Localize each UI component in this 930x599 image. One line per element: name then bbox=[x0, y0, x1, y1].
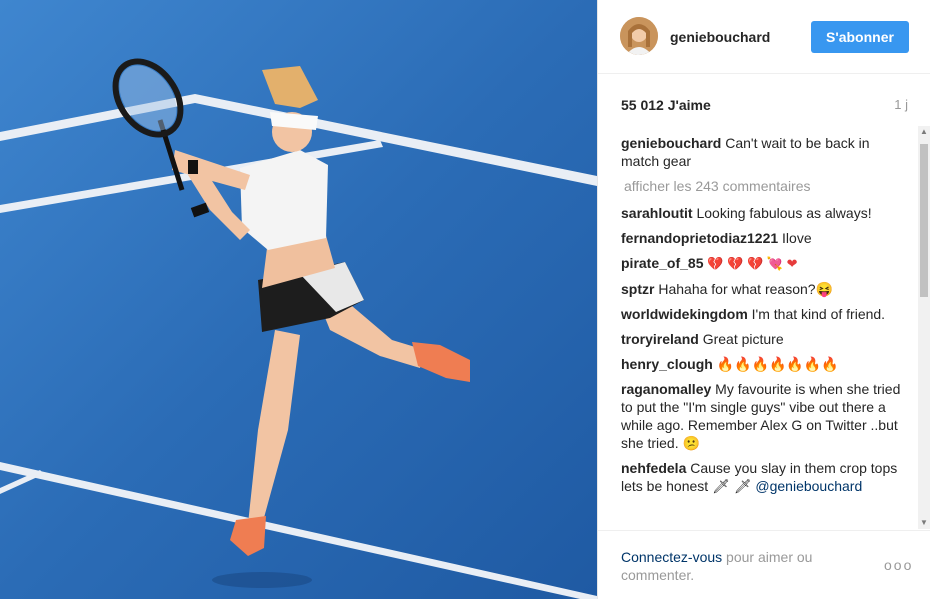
comment-username[interactable]: henry_clough bbox=[621, 356, 713, 372]
post-footer: Connectez-vous pour aimer ou commenter. … bbox=[598, 530, 930, 599]
comment-username[interactable]: pirate_of_85 bbox=[621, 255, 703, 271]
comment-item: fernandoprietodiaz1221 Ilove bbox=[621, 229, 909, 247]
avatar-icon bbox=[620, 17, 658, 55]
view-all-comments-link[interactable]: afficher les 243 commentaires bbox=[624, 177, 909, 195]
post-age[interactable]: 1 j bbox=[894, 97, 908, 112]
comment-username[interactable]: fernandoprietodiaz1221 bbox=[621, 230, 778, 246]
comment-username[interactable]: nehfedela bbox=[621, 460, 686, 476]
comment-username[interactable]: sptzr bbox=[621, 281, 654, 297]
comment-text: Great picture bbox=[702, 331, 784, 347]
comment-item: sarahloutit Looking fabulous as always! bbox=[621, 204, 909, 222]
scroll-down-icon[interactable]: ▼ bbox=[918, 517, 930, 529]
comment-username[interactable]: worldwidekingdom bbox=[621, 306, 748, 322]
comments-scrollbar[interactable]: ▲ ▼ bbox=[918, 126, 930, 529]
comment-item: henry_clough 🔥🔥🔥🔥🔥🔥🔥 bbox=[621, 355, 909, 373]
comment-text: Hahaha for what reason?😝 bbox=[658, 281, 833, 297]
post-side-panel: geniebouchard S'abonner 55 012 J'aime 1 … bbox=[597, 0, 930, 599]
comment-item: raganomalley My favourite is when she tr… bbox=[621, 380, 909, 452]
comment-username[interactable]: troryireland bbox=[621, 331, 699, 347]
login-prompt: Connectez-vous pour aimer ou commenter. bbox=[621, 548, 851, 584]
comment-text: Ilove bbox=[782, 230, 812, 246]
comment-username[interactable]: sarahloutit bbox=[621, 205, 693, 221]
post-photo bbox=[0, 0, 597, 599]
comment-item: pirate_of_85 💔 💔 💔 💘 ❤ bbox=[621, 254, 909, 273]
follow-button[interactable]: S'abonner bbox=[811, 21, 909, 53]
comment-text: 💔 💔 💔 💘 ❤ bbox=[707, 256, 798, 271]
scrollbar-thumb[interactable] bbox=[920, 144, 928, 297]
caption: geniebouchard Can't wait to be back in m… bbox=[621, 134, 909, 170]
likes-count[interactable]: 55 012 J'aime bbox=[621, 97, 711, 113]
comment-item: nehfedela Cause you slay in them crop to… bbox=[621, 459, 909, 495]
comment-username[interactable]: raganomalley bbox=[621, 381, 711, 397]
comment-item: worldwidekingdom I'm that kind of friend… bbox=[621, 305, 909, 323]
comment-mention-link[interactable]: @geniebouchard bbox=[755, 478, 862, 494]
comments-list: geniebouchard Can't wait to be back in m… bbox=[621, 134, 909, 530]
avatar[interactable] bbox=[620, 17, 658, 55]
comment-text: 🔥🔥🔥🔥🔥🔥🔥 bbox=[716, 356, 839, 372]
caption-username[interactable]: geniebouchard bbox=[621, 135, 721, 151]
scroll-up-icon[interactable]: ▲ bbox=[918, 126, 930, 138]
comment-text: I'm that kind of friend. bbox=[751, 306, 886, 322]
post-author-username[interactable]: geniebouchard bbox=[670, 29, 770, 45]
tennis-photo bbox=[0, 0, 597, 599]
comment-text: Looking fabulous as always! bbox=[696, 205, 872, 221]
comment-item: troryireland Great picture bbox=[621, 330, 909, 348]
login-link[interactable]: Connectez-vous bbox=[621, 549, 722, 565]
more-options-icon[interactable]: ooo bbox=[884, 557, 913, 573]
comment-item: sptzr Hahaha for what reason?😝 bbox=[621, 280, 909, 298]
post-header: geniebouchard S'abonner bbox=[598, 0, 930, 74]
